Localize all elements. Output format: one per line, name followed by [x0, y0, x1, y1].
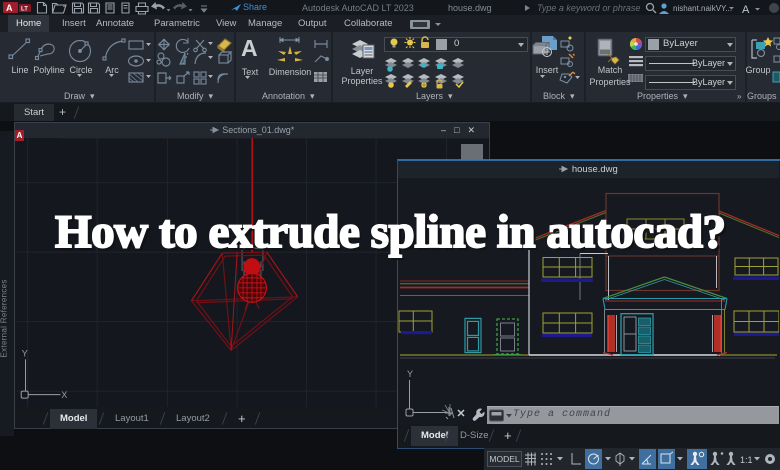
svg-text:LT: LT: [21, 7, 28, 13]
svg-text:Y: Y: [407, 369, 413, 379]
svg-text:Y: Y: [22, 348, 28, 358]
svg-text:A: A: [742, 4, 750, 14]
svg-text:A: A: [6, 3, 13, 13]
svg-text:A: A: [241, 35, 258, 61]
svg-text:X: X: [61, 390, 67, 400]
svg-text:1:1: 1:1: [740, 455, 753, 465]
